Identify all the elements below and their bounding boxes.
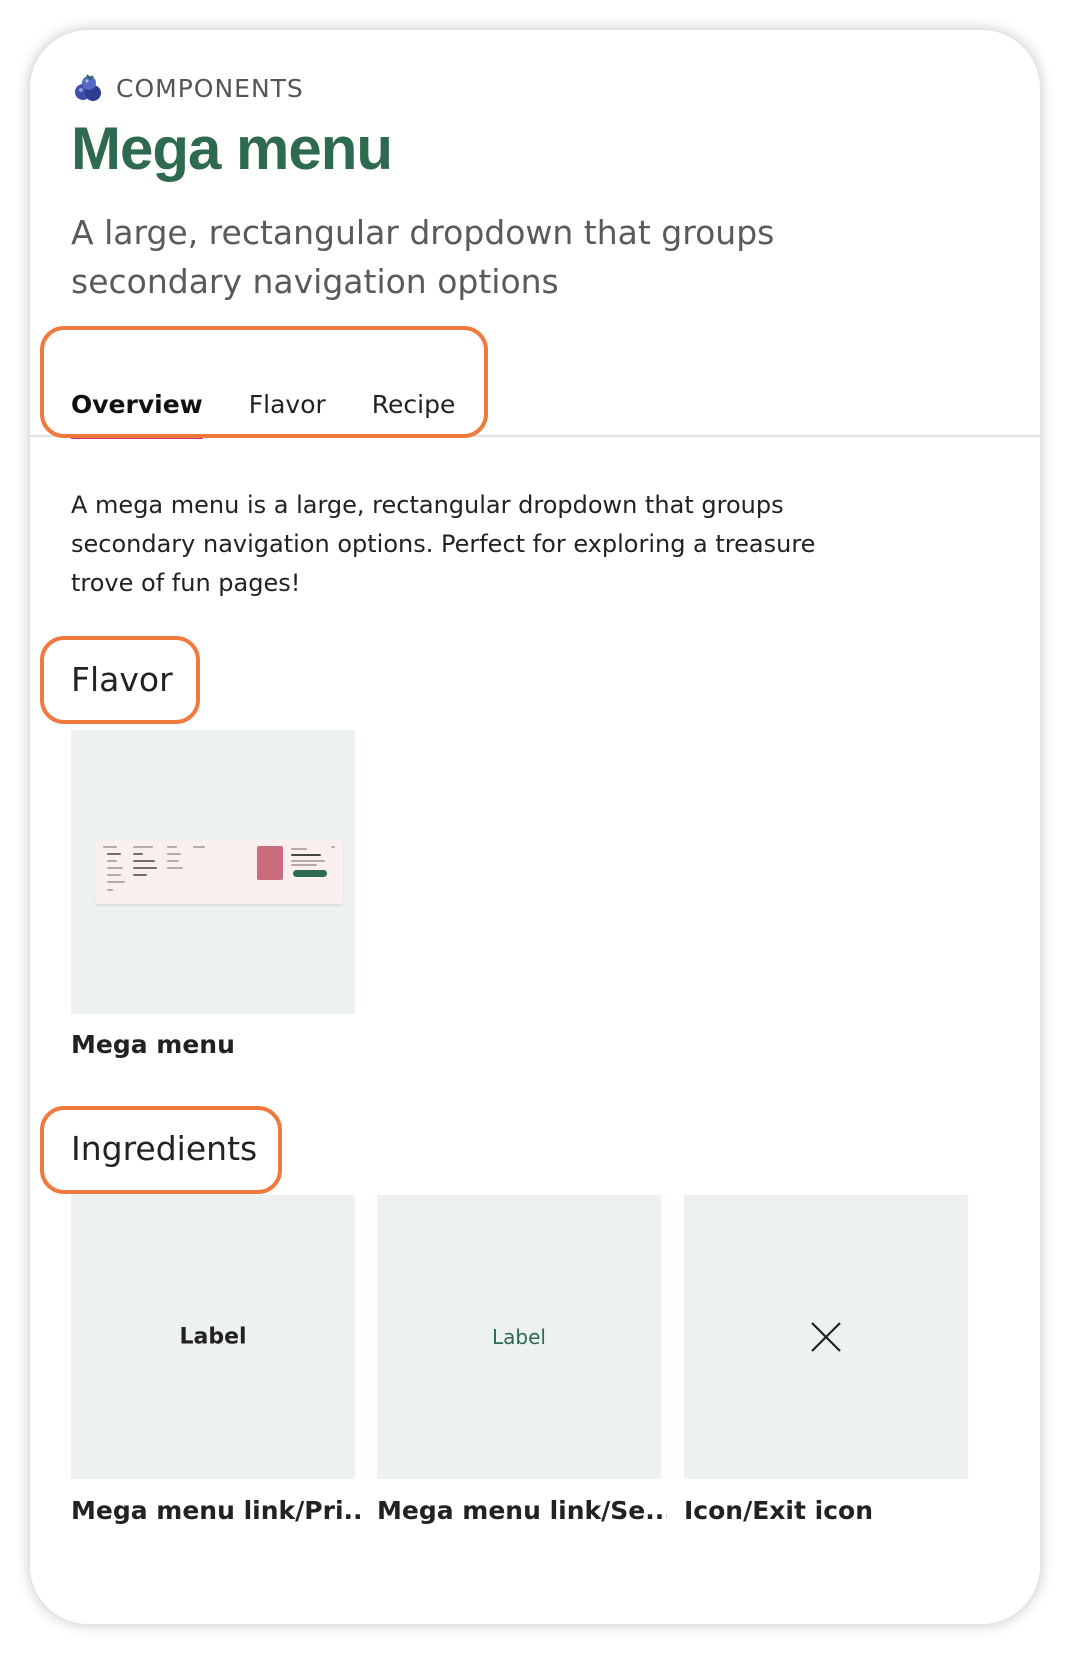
tab-recipe[interactable]: Recipe <box>372 376 456 439</box>
preview-button <box>293 870 327 877</box>
primary-link-preview-label: Label <box>179 1324 247 1350</box>
eyebrow-label: COMPONENTS <box>116 73 304 103</box>
blueberries-icon <box>75 74 101 101</box>
secondary-link-thumbnail[interactable]: Label <box>377 1195 661 1479</box>
page-title: Mega menu <box>71 115 393 182</box>
close-icon <box>811 1322 841 1352</box>
secondary-link-caption[interactable]: Mega menu link/Se... <box>377 1496 667 1525</box>
primary-link-caption[interactable]: Mega menu link/Pri... <box>71 1496 361 1525</box>
page-subtitle: A large, rectangular dropdown that group… <box>71 213 775 301</box>
component-page-card: COMPONENTS Mega menu A large, rectangula… <box>30 30 1040 1624</box>
ingredients-section-title: Ingredients <box>71 1129 258 1168</box>
tab-divider <box>30 435 1040 437</box>
mega-menu-thumbnail[interactable] <box>71 730 355 1014</box>
preview-image <box>257 846 283 880</box>
mega-menu-preview <box>95 840 343 904</box>
exit-icon-caption[interactable]: Icon/Exit icon <box>684 1496 984 1525</box>
tab-flavor[interactable]: Flavor <box>249 376 326 439</box>
tab-overview[interactable]: Overview <box>71 376 203 439</box>
tab-bar: Overview Flavor Recipe <box>71 376 455 439</box>
primary-link-thumbnail[interactable]: Label <box>71 1195 355 1479</box>
eyebrow: COMPONENTS <box>72 72 304 104</box>
mega-menu-caption[interactable]: Mega menu <box>71 1030 355 1059</box>
exit-icon-thumbnail[interactable] <box>684 1195 968 1479</box>
flavor-section-title: Flavor <box>71 660 173 699</box>
secondary-link-preview-label: Label <box>492 1325 546 1349</box>
overview-description: A mega menu is a large, rectangular drop… <box>71 491 816 597</box>
